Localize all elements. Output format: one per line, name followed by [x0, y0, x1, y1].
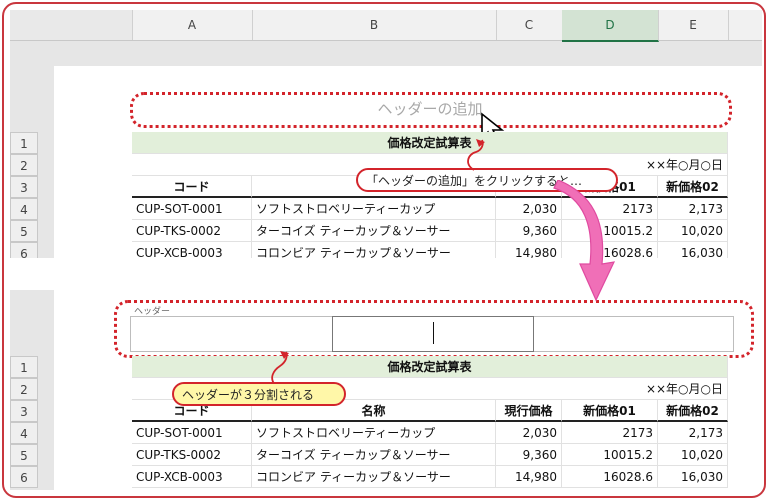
row-header-4[interactable]: 4: [10, 198, 38, 220]
row-header-2[interactable]: 2: [10, 154, 38, 176]
callout-header-split: ヘッダーが３分割される: [172, 382, 346, 406]
col-header-e[interactable]: E: [658, 10, 729, 40]
cell-a5[interactable]: CUP-TKS-0002: [132, 444, 252, 466]
row-header-4[interactable]: 4: [10, 422, 38, 444]
cell-b4[interactable]: ソフトストロベリーティーカップ: [252, 422, 496, 444]
header-new-price-02[interactable]: 新価格02: [658, 176, 728, 198]
cell-b5[interactable]: ターコイズ ティーカップ＆ソーサー: [252, 444, 496, 466]
row-header-6[interactable]: 6: [10, 466, 38, 488]
header-split-highlight: [114, 300, 754, 358]
col-header-d[interactable]: D: [562, 10, 659, 42]
row-header-3[interactable]: 3: [10, 400, 38, 422]
excel-panel-after: ヘッダー 1 2 3 4 5 6 価格改定試算表 ××年○月○日 コード 名称 …: [10, 290, 762, 490]
cell-e5[interactable]: 10,020: [658, 220, 728, 242]
panel-divider: [4, 260, 764, 288]
cell-a4[interactable]: CUP-SOT-0001: [132, 422, 252, 444]
row-header-1[interactable]: 1: [10, 132, 38, 154]
cell-b4[interactable]: ソフトストロベリーティーカップ: [252, 198, 496, 220]
cell-a6[interactable]: CUP-XCB-0003: [132, 242, 252, 258]
column-header-bar: A B C D E: [10, 10, 762, 42]
cell-e6[interactable]: 16,030: [658, 466, 728, 488]
header-new-price-01[interactable]: 新価格01: [562, 400, 658, 422]
table-title-cell[interactable]: 価格改定試算表: [132, 356, 728, 378]
cell-c6[interactable]: 14,980: [496, 466, 562, 488]
excel-panel-before: A B C D E ヘッダーの追加 1 2 3 4 5 6 価格改定試算表 ××…: [10, 10, 762, 258]
cell-c5[interactable]: 9,360: [496, 444, 562, 466]
select-all-corner[interactable]: [10, 10, 133, 40]
row-header-6[interactable]: 6: [10, 242, 38, 258]
col-header-a[interactable]: A: [132, 10, 253, 40]
cell-a4[interactable]: CUP-SOT-0001: [132, 198, 252, 220]
header-new-price-02[interactable]: 新価格02: [658, 400, 728, 422]
cell-e4[interactable]: 2,173: [658, 422, 728, 444]
row-header-2[interactable]: 2: [10, 378, 38, 400]
cell-d5[interactable]: 10015.2: [562, 444, 658, 466]
cell-e5[interactable]: 10,020: [658, 444, 728, 466]
cell-a5[interactable]: CUP-TKS-0002: [132, 220, 252, 242]
cell-b6[interactable]: コロンビア ティーカップ＆ソーサー: [252, 242, 496, 258]
cell-e4[interactable]: 2,173: [658, 198, 728, 220]
tutorial-frame: A B C D E ヘッダーの追加 1 2 3 4 5 6 価格改定試算表 ××…: [2, 2, 766, 498]
cell-a6[interactable]: CUP-XCB-0003: [132, 466, 252, 488]
col-header-b[interactable]: B: [252, 10, 497, 40]
header-code[interactable]: コード: [132, 176, 252, 198]
callout-connector-icon: [467, 139, 485, 171]
cell-b5[interactable]: ターコイズ ティーカップ＆ソーサー: [252, 220, 496, 242]
header-current-price[interactable]: 現行価格: [496, 400, 562, 422]
row-header-5[interactable]: 5: [10, 444, 38, 466]
row-header-5[interactable]: 5: [10, 220, 38, 242]
table-title-cell[interactable]: 価格改定試算表: [132, 132, 728, 154]
cell-d4[interactable]: 2173: [562, 422, 658, 444]
cell-d6[interactable]: 16028.6: [562, 466, 658, 488]
row-header-3[interactable]: 3: [10, 176, 38, 198]
row-header-1[interactable]: 1: [10, 356, 38, 378]
col-header-c[interactable]: C: [496, 10, 563, 40]
transition-arrow-icon: [553, 180, 616, 302]
cell-c4[interactable]: 2,030: [496, 422, 562, 444]
header-add-placeholder[interactable]: ヘッダーの追加: [132, 98, 728, 119]
cell-b6[interactable]: コロンビア ティーカップ＆ソーサー: [252, 466, 496, 488]
cell-e6[interactable]: 16,030: [658, 242, 728, 258]
